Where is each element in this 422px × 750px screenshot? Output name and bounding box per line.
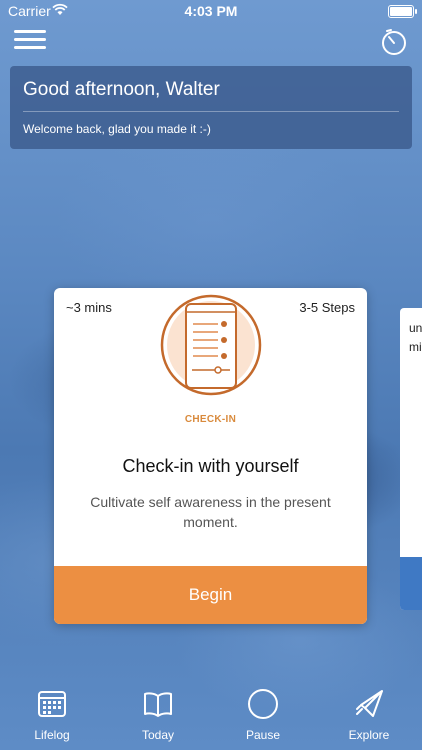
clock-time: 4:03 PM [184,3,238,19]
duration-label: ~3 mins [66,300,112,315]
open-book-icon [144,692,172,717]
peek-text-line1: un [409,321,422,335]
tab-label: Lifelog [34,728,70,742]
peek-button[interactable] [400,557,422,610]
begin-button[interactable]: Begin [54,566,367,624]
tab-label: Today [141,728,175,742]
tab-lifelog[interactable]: Lifelog [12,680,92,750]
greeting-subtitle: Welcome back, glad you made it :-) [23,122,211,136]
peek-text-line2: mi [409,340,422,354]
tab-bar: Lifelog Today Pause Explore [0,680,422,750]
battery-icon [388,5,417,18]
tab-today[interactable]: Today [118,680,198,750]
status-bar: Carrier 4:03 PM [0,0,422,22]
next-card-peek[interactable]: un mi [400,308,422,610]
checkin-card[interactable]: ~3 mins 3-5 Steps CHECK-IN Check-in with… [54,288,367,624]
tab-label: Pause [245,728,281,742]
calendar-grid-icon [38,691,66,717]
peek-text: un mi [409,319,422,357]
steps-label: 3-5 Steps [299,300,355,315]
hamburger-menu-icon[interactable] [14,30,48,50]
card-title: Check-in with yourself [122,456,299,476]
greeting-divider [23,111,399,112]
greeting-banner: Good afternoon, Walter Welcome back, gla… [10,66,412,149]
circle-icon [248,689,278,719]
tab-label: Explore [348,728,390,742]
paper-plane-icon [356,690,383,717]
tab-pause[interactable]: Pause [223,680,303,750]
timer-icon[interactable] [380,28,408,56]
card-description: Cultivate self awareness in the present … [90,494,331,530]
greeting-title: Good afternoon, Walter [23,79,220,100]
phone-checklist-icon [160,294,262,396]
checkin-badge: CHECK-IN [184,414,237,425]
tab-explore[interactable]: Explore [329,680,409,750]
